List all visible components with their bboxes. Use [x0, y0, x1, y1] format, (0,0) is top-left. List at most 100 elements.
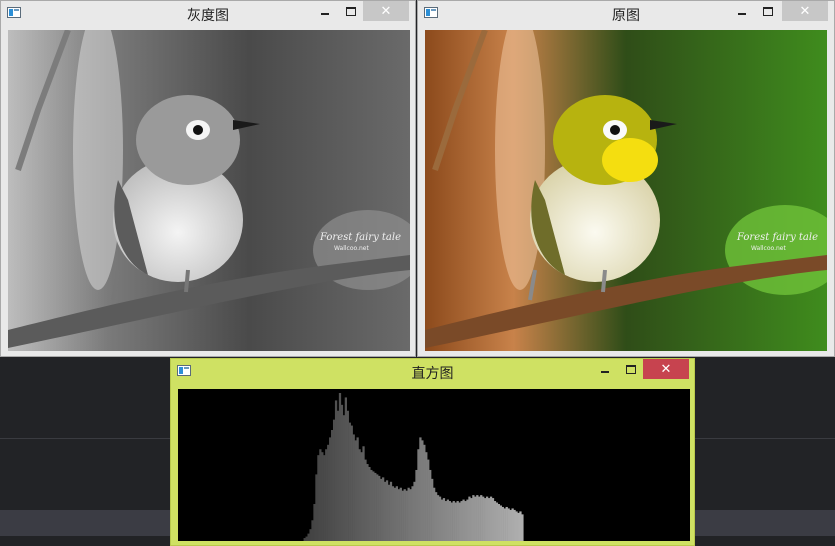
histogram-bar [401, 490, 404, 541]
maximize-icon [763, 7, 773, 17]
histogram-bar [458, 502, 461, 541]
histogram-bar [460, 501, 463, 541]
histogram-bar [464, 501, 467, 541]
histogram-bar [313, 504, 316, 541]
histogram-bar [415, 469, 418, 541]
maximize-button[interactable] [618, 359, 644, 379]
histogram-bar [331, 430, 334, 541]
watermark-site: Wallcoo.net [751, 245, 786, 252]
histogram-bar [446, 499, 450, 541]
histogram-bar [501, 506, 504, 541]
gray-image: Forest fairy tale Wallcoo.net [8, 30, 410, 351]
histogram-bar [436, 495, 440, 541]
histogram-bar [372, 471, 375, 541]
histogram-bar [507, 508, 510, 541]
histogram-bar [487, 498, 491, 541]
histogram-bar [450, 502, 453, 541]
histogram-bar [511, 508, 514, 541]
histogram-bar [456, 501, 459, 541]
histogram-bar [319, 449, 322, 541]
histogram-bar [440, 499, 444, 541]
histogram-bar [423, 444, 426, 541]
histogram-bar [327, 444, 330, 541]
histogram-bar [378, 475, 381, 541]
histogram-bar [338, 393, 342, 541]
histogram-bar [362, 446, 365, 541]
histogram-bar [374, 472, 377, 541]
original-image-window[interactable]: 原图 ✕ Forest fairy tale Wallcoo.net [417, 0, 835, 357]
minimize-button[interactable] [592, 359, 618, 379]
titlebar[interactable]: 灰度图 ✕ [1, 1, 415, 27]
histogram-bar [427, 459, 430, 541]
histogram-bar [360, 452, 363, 541]
histogram-bar [476, 495, 479, 541]
histogram-bar [382, 477, 385, 541]
histogram-bar [350, 425, 353, 541]
histogram-bar [472, 495, 475, 541]
histogram-bar [491, 498, 495, 541]
histogram-bar [309, 529, 312, 541]
histogram-bar [470, 498, 473, 541]
histogram-bar [419, 437, 422, 541]
histogram-bar [358, 449, 361, 541]
maximize-button[interactable] [755, 1, 781, 21]
gray-image-window[interactable]: 灰度图 ✕ Forest fairy tale Wallcoo.net [0, 0, 416, 357]
histogram-bar [421, 440, 424, 541]
histogram-bar [503, 508, 506, 541]
histogram-bar [317, 455, 320, 541]
histogram-bar [332, 419, 336, 541]
histogram-bar [433, 487, 436, 541]
watermark-title: Forest fairy tale [319, 232, 401, 243]
histogram-bar [311, 520, 314, 541]
histogram-bar [366, 464, 369, 541]
histogram-window[interactable]: 直方图 ✕ [170, 358, 695, 546]
histogram-bar [356, 437, 359, 541]
close-button[interactable]: ✕ [363, 1, 409, 21]
histogram-bar [344, 397, 347, 541]
histogram-bar [495, 502, 499, 541]
histogram-bar [417, 449, 420, 541]
histogram-bar [307, 533, 310, 541]
histogram-bar [515, 511, 518, 541]
maximize-button[interactable] [338, 1, 364, 21]
histogram-bar [429, 469, 432, 541]
minimize-icon [601, 370, 609, 373]
original-image: Forest fairy tale Wallcoo.net [425, 30, 827, 351]
histogram-bar [482, 496, 485, 541]
histogram-canvas [178, 389, 690, 541]
histogram-bar [409, 489, 412, 541]
minimize-button[interactable] [312, 1, 338, 21]
histogram-bar [321, 452, 324, 541]
histogram-bar [380, 478, 383, 541]
maximize-icon [346, 7, 356, 17]
histogram-bar [391, 486, 395, 541]
titlebar[interactable]: 直方图 ✕ [171, 359, 694, 385]
histogram-bar [474, 496, 477, 541]
histogram-bar [425, 452, 428, 541]
histogram-bar [383, 481, 387, 541]
histogram-bar [519, 511, 522, 541]
minimize-icon [738, 12, 746, 15]
histogram-bar [399, 487, 402, 541]
histogram-bar [325, 449, 328, 541]
histogram-bar [403, 489, 406, 541]
histogram-bar [389, 481, 393, 541]
histogram-bar [411, 486, 414, 541]
histogram-bar [334, 400, 338, 541]
close-button[interactable]: ✕ [782, 1, 828, 21]
histogram-bar [364, 459, 367, 541]
watermark-title: Forest fairy tale [736, 232, 818, 243]
histogram-bar [466, 499, 469, 541]
histogram-bar [444, 501, 448, 541]
histogram-bar [462, 499, 465, 541]
histogram-bar [393, 487, 397, 541]
close-button[interactable]: ✕ [643, 359, 689, 379]
maximize-icon [626, 365, 636, 375]
histogram-bar [376, 474, 379, 541]
histogram-bar [442, 498, 446, 541]
titlebar[interactable]: 原图 ✕ [418, 1, 834, 27]
histogram-bar [513, 509, 516, 541]
minimize-button[interactable] [729, 1, 755, 21]
histogram-bar [454, 502, 457, 541]
histogram-bar [387, 484, 391, 541]
